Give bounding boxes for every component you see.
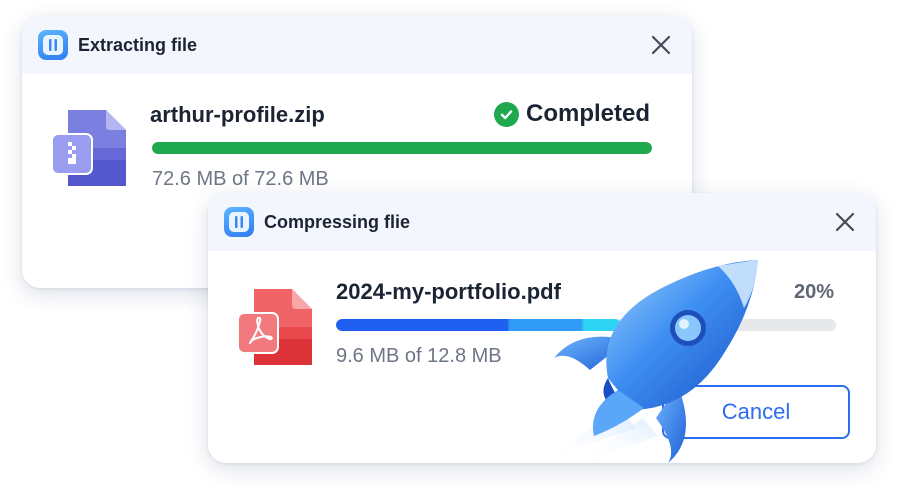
extract-file-name: arthur-profile.zip [150,102,325,127]
pdf-file-icon [237,289,312,365]
extract-status: Completed [493,100,650,128]
app-icon [224,207,254,237]
compress-dialog: Compressing flie 2024-my-portfolio.pdf 2… [208,193,876,463]
zip-file-icon [51,110,126,186]
cancel-button[interactable]: Cancel [662,385,850,439]
compress-file-name: 2024-my-portfolio.pdf [336,279,561,304]
extract-status-label: Completed [525,100,650,127]
extract-title: Extracting file [78,34,198,55]
compress-progress-fill [336,319,621,331]
compress-titlebar: Compressing flie [208,193,876,251]
compress-progress-bar [336,319,836,331]
compress-percent: 20% [793,281,834,303]
check-circle-icon [493,101,519,127]
compress-size-text: 9.6 MB of 12.8 MB [336,345,502,367]
close-icon[interactable] [648,32,674,58]
app-icon [38,30,68,60]
close-icon[interactable] [832,209,858,235]
compress-title: Compressing flie [264,211,411,232]
extract-progress-bar [152,142,652,154]
extract-titlebar: Extracting file [22,16,692,74]
extract-size-text: 72.6 MB of 72.6 MB [152,168,329,190]
stage: Extracting file arthur-profile.zip Compl… [0,0,900,494]
extract-progress-fill [152,142,652,154]
